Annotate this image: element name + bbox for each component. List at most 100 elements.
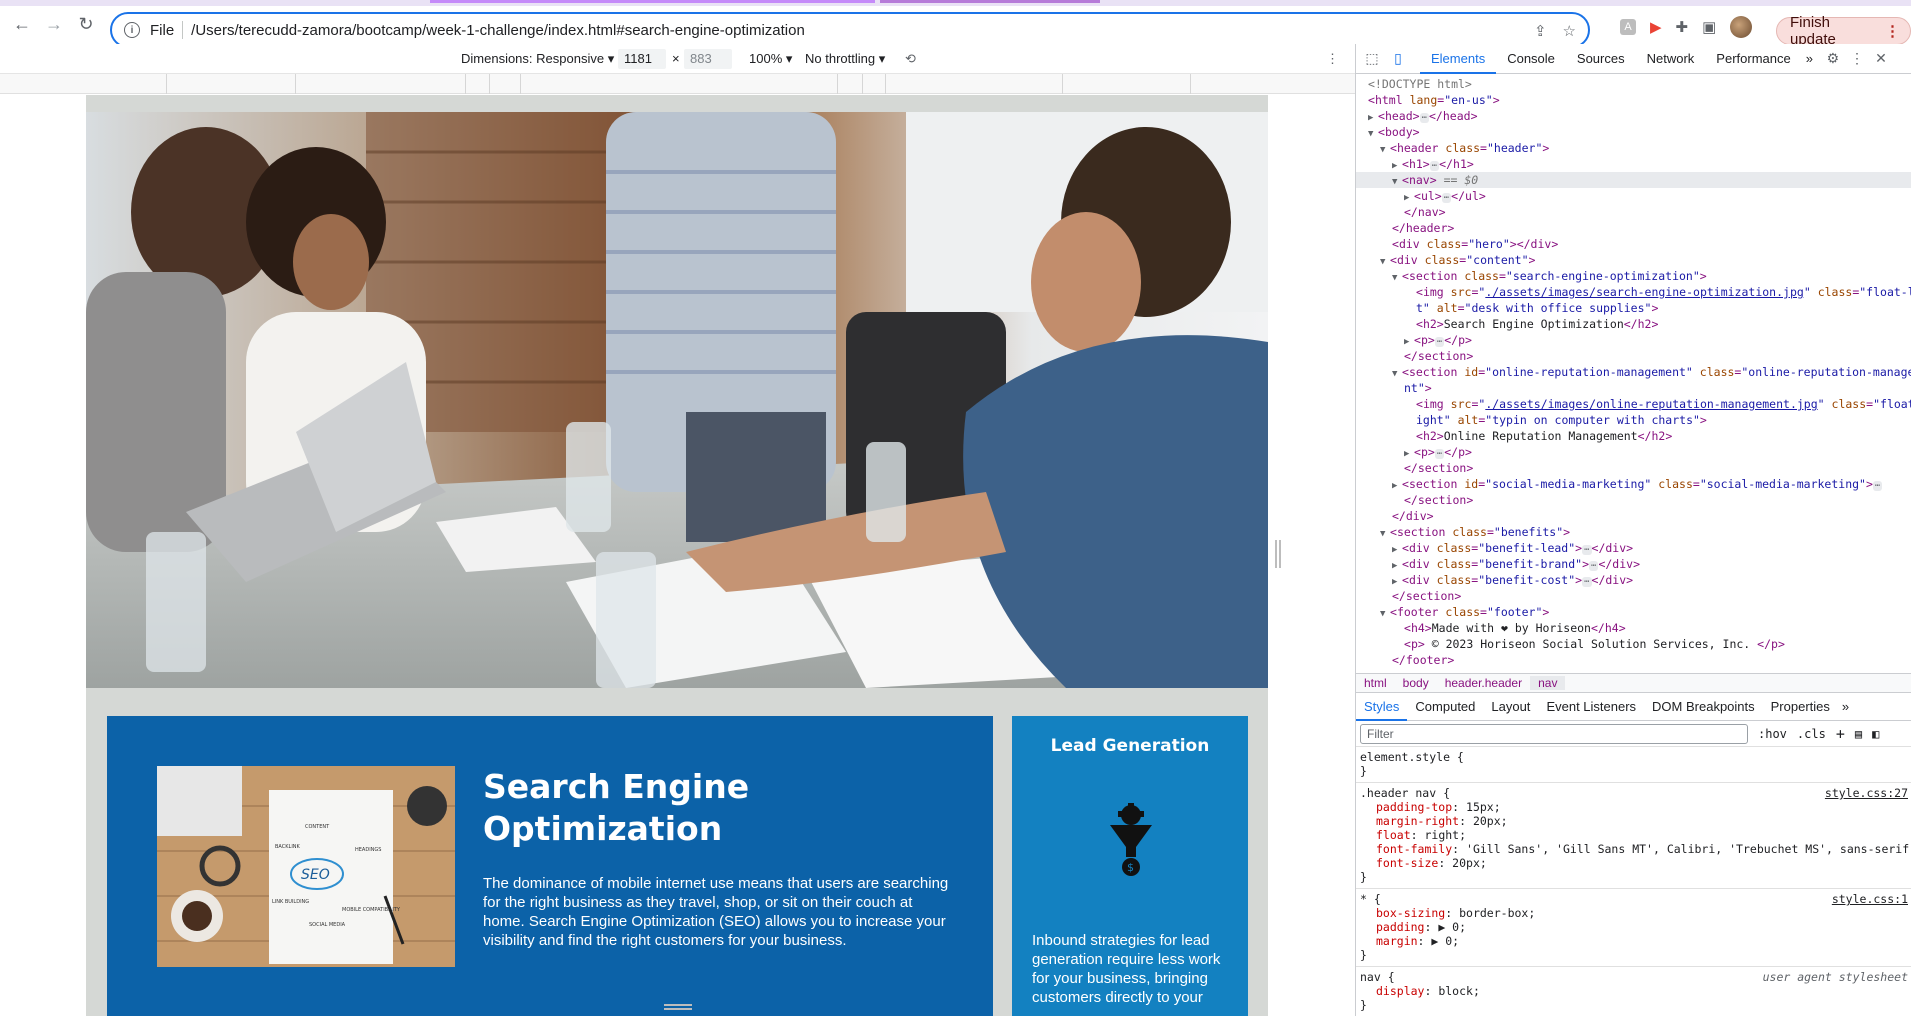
dom-node[interactable]: </section> (1356, 588, 1911, 604)
dom-node[interactable]: </section> (1356, 492, 1911, 508)
paint-icon[interactable]: ▤ (1855, 727, 1862, 741)
dom-node[interactable]: nt"> (1356, 380, 1911, 396)
dom-node[interactable]: </footer> (1356, 652, 1911, 668)
dom-node[interactable]: ▶ <div class="benefit-brand"> ⋯ </div> (1356, 556, 1911, 572)
breadcrumb-header[interactable]: header.header (1437, 676, 1530, 690)
hover-state-toggle[interactable]: :hov (1758, 727, 1787, 741)
side-panel-icon[interactable]: ▣ (1702, 18, 1716, 36)
back-arrow-icon[interactable]: ← (8, 10, 36, 38)
device-toggle-icon[interactable]: ▯ (1390, 50, 1406, 67)
dom-node[interactable]: ▶ <div class="benefit-lead"> ⋯ </div> (1356, 540, 1911, 556)
dom-node[interactable]: <!DOCTYPE html> (1356, 76, 1911, 92)
tab-console[interactable]: Console (1496, 44, 1566, 74)
dom-node[interactable]: <img src="./assets/images/search-engine-… (1356, 284, 1911, 300)
inspect-element-icon[interactable]: ⬚ (1364, 50, 1380, 67)
more-subtabs-icon[interactable]: » (1838, 693, 1853, 721)
dom-node[interactable]: t" alt="desk with office supplies"> (1356, 300, 1911, 316)
tab-network[interactable]: Network (1636, 44, 1706, 74)
dom-node[interactable]: ▶ <h1> ⋯ </h1> (1356, 156, 1911, 172)
profile-avatar[interactable] (1730, 16, 1753, 38)
settings-gear-icon[interactable]: ⚙ (1825, 50, 1841, 67)
tab-computed[interactable]: Computed (1407, 693, 1483, 721)
dom-node[interactable]: </div> (1356, 508, 1911, 524)
style-source-link[interactable]: style.css:27 (1825, 786, 1908, 800)
dom-node-selected[interactable]: ▼ <nav> == $0 (1356, 172, 1911, 188)
forward-arrow-icon[interactable]: → (40, 10, 68, 38)
throttling-select[interactable]: No throttling ▾ (805, 51, 885, 67)
address-bar[interactable]: i File /Users/terecudd-zamora/bootcamp/w… (110, 12, 1590, 48)
dom-node[interactable]: ▼ <div class="content"> (1356, 252, 1911, 268)
dom-node[interactable]: <div class="hero"></div> (1356, 236, 1911, 252)
dom-node[interactable]: ▶ <section id="social-media-marketing" cl… (1356, 476, 1911, 492)
breadcrumb-body[interactable]: body (1395, 676, 1437, 690)
zoom-select[interactable]: 100% ▾ (749, 51, 792, 67)
dom-node[interactable]: ▶ <div class="benefit-cost"> ⋯ </div> (1356, 572, 1911, 588)
share-icon[interactable]: ⇪ (1534, 22, 1547, 40)
class-toggle[interactable]: .cls (1797, 727, 1826, 741)
styles-pane[interactable]: element.style { } .header nav { style.cs… (1356, 747, 1911, 1016)
dom-node[interactable]: </section> (1356, 348, 1911, 364)
dom-node[interactable]: </header> (1356, 220, 1911, 236)
dom-node[interactable]: ▼ <section class="search-engine-optimizat… (1356, 268, 1911, 284)
tab-properties[interactable]: Properties (1763, 693, 1838, 721)
devtools-menu-icon[interactable]: ⋮ (1849, 50, 1865, 67)
seo-image-link-building-word: LINK BUILDING (272, 899, 309, 905)
media-query-ruler[interactable] (0, 74, 1355, 94)
viewport-width-input[interactable]: 1181 (618, 49, 666, 69)
breadcrumb-html[interactable]: html (1356, 676, 1395, 690)
dom-tree[interactable]: <!DOCTYPE html> <html lang="en-us"> ▶ <he… (1356, 75, 1911, 673)
extension-icon[interactable]: A (1620, 19, 1636, 35)
bookmark-star-icon[interactable]: ☆ (1563, 22, 1576, 40)
dom-node[interactable]: <img src="./assets/images/online-reputat… (1356, 396, 1911, 412)
tab-layout[interactable]: Layout (1483, 693, 1538, 721)
dom-node[interactable]: <h2>Search Engine Optimization</h2> (1356, 316, 1911, 332)
add-rule-icon[interactable]: + (1836, 725, 1845, 743)
style-rule[interactable]: * { style.css:1 box-sizing: border-box; … (1356, 889, 1911, 967)
dom-node[interactable]: ▼ <header class="header"> (1356, 140, 1911, 156)
tab-event-listeners[interactable]: Event Listeners (1538, 693, 1644, 721)
finish-update-button[interactable]: Finish update ⋮ (1776, 14, 1911, 48)
dom-node[interactable]: <p> © 2023 Horiseon Social Solution Serv… (1356, 636, 1911, 652)
seo-image: SEO CONTENT BACKLINK HEADINGS LINK BUILD… (157, 766, 455, 967)
dimensions-select[interactable]: Dimensions: Responsive ▾ (461, 51, 614, 67)
puzzle-piece-icon[interactable]: ✚ (1676, 18, 1689, 36)
tab-dom-breakpoints[interactable]: DOM Breakpoints (1644, 693, 1763, 721)
extension-play-icon[interactable]: ▶ (1650, 18, 1662, 36)
sidebar-toggle-icon[interactable]: ◧ (1872, 727, 1879, 741)
tab-performance[interactable]: Performance (1705, 44, 1801, 74)
dom-node[interactable]: ▶ <p> ⋯ </p> (1356, 332, 1911, 348)
tab-elements[interactable]: Elements (1420, 44, 1497, 74)
info-icon[interactable]: i (124, 22, 140, 38)
rotate-icon[interactable]: ⟲ (905, 51, 916, 67)
style-source-link[interactable]: style.css:1 (1832, 892, 1908, 906)
dom-node[interactable]: ▶ <head> ⋯ </head> (1356, 108, 1911, 124)
dom-node[interactable]: ▼ <footer class="footer"> (1356, 604, 1911, 620)
style-rule[interactable]: element.style { } (1356, 747, 1911, 783)
dom-node[interactable]: ▶ <p> ⋯ </p> (1356, 444, 1911, 460)
dom-node[interactable]: ▼ <section class="benefits"> (1356, 524, 1911, 540)
dom-node[interactable]: ▶ <ul> ⋯ </ul> (1356, 188, 1911, 204)
style-rule[interactable]: .header nav { style.css:27 padding-top: … (1356, 783, 1911, 889)
dom-node[interactable]: </section> (1356, 460, 1911, 476)
more-tabs-icon[interactable]: » (1802, 44, 1817, 74)
styles-filter-input[interactable]: Filter (1360, 723, 1748, 744)
dom-node[interactable]: ▼ <body> (1356, 124, 1911, 140)
tab-sources[interactable]: Sources (1566, 44, 1636, 74)
dom-node[interactable]: ight" alt="typin on computer with charts… (1356, 412, 1911, 428)
viewport-height-input[interactable]: 883 (684, 49, 732, 69)
tab-styles[interactable]: Styles (1356, 693, 1408, 721)
url-text[interactable]: /Users/terecudd-zamora/bootcamp/week-1-c… (191, 22, 805, 39)
dom-node[interactable]: ▼ <section id="online-reputation-manageme… (1356, 364, 1911, 380)
close-icon[interactable]: ✕ (1873, 50, 1889, 67)
viewport-resize-handle[interactable] (1275, 540, 1281, 568)
breadcrumb-nav[interactable]: nav (1530, 676, 1566, 690)
style-rule[interactable]: nav { user agent stylesheet display: blo… (1356, 967, 1911, 1016)
dom-node[interactable]: </nav> (1356, 204, 1911, 220)
viewport-bottom-resize-handle[interactable] (664, 1004, 692, 1010)
reload-icon[interactable]: ↻ (72, 10, 100, 38)
more-options-icon[interactable]: ⋮ (1326, 51, 1339, 67)
dom-node[interactable]: <h2>Online Reputation Management</h2> (1356, 428, 1911, 444)
dom-node[interactable]: <html lang="en-us"> (1356, 92, 1911, 108)
emulated-viewport[interactable]: SEO CONTENT BACKLINK HEADINGS LINK BUILD… (0, 95, 1355, 1016)
dom-node[interactable]: <h4>Made with ❤ by Horiseon</h4> (1356, 620, 1911, 636)
